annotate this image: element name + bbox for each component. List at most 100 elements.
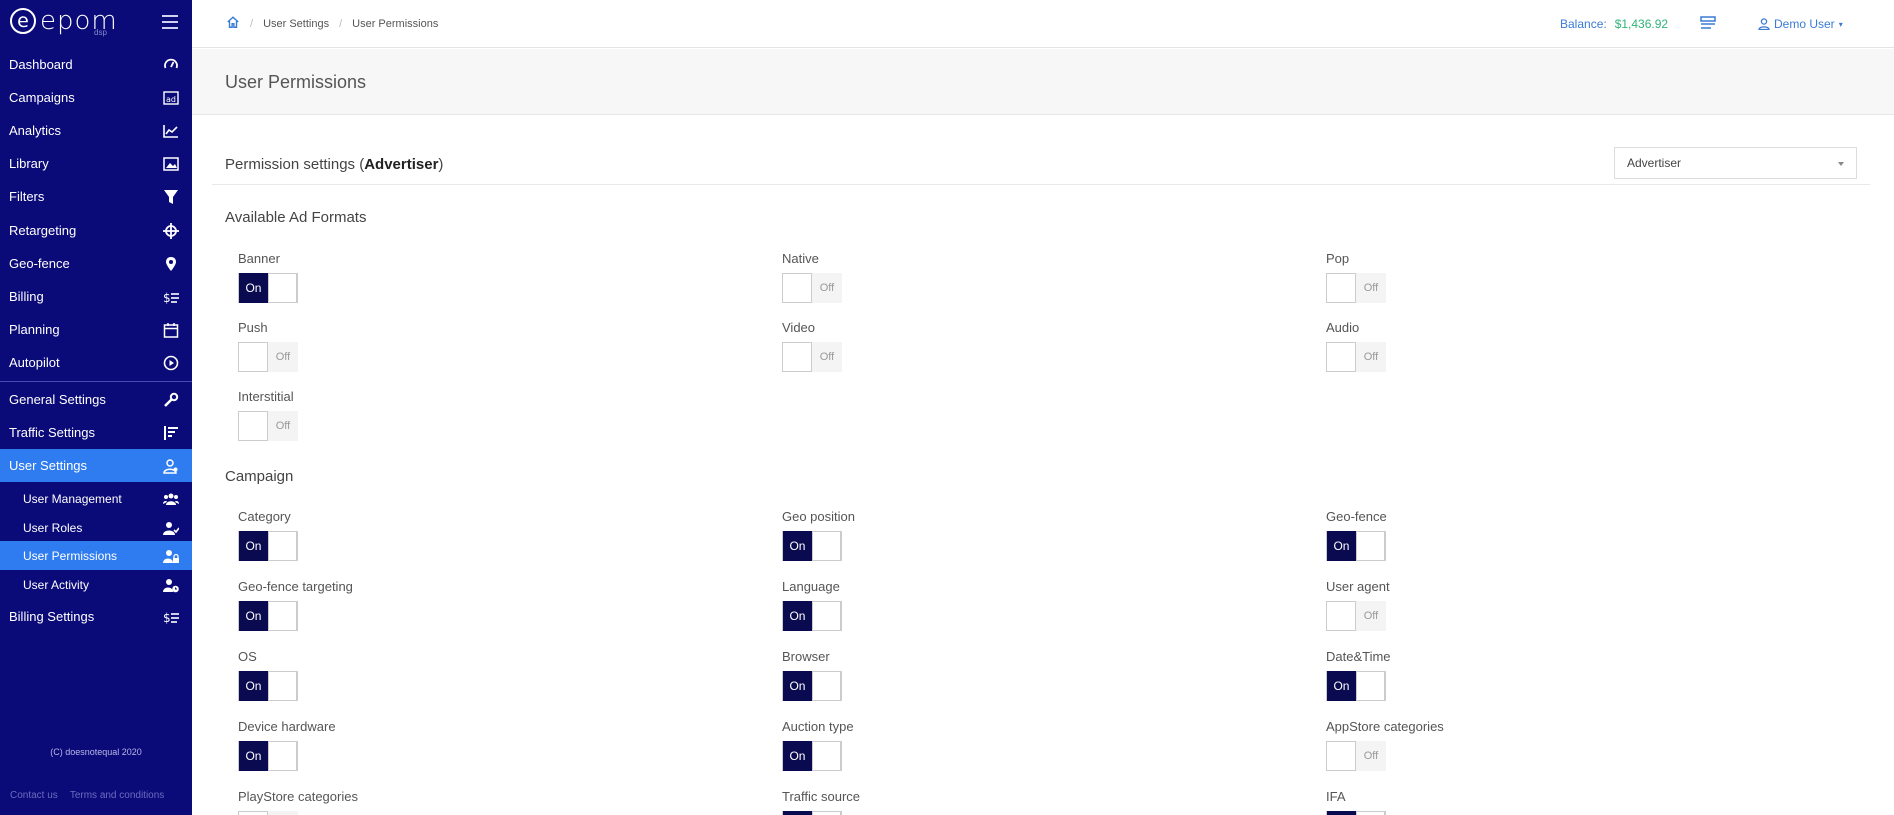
toggle-language[interactable]: On bbox=[782, 601, 842, 631]
page-title: User Permissions bbox=[225, 72, 367, 92]
permission-auction-type: Auction type On bbox=[782, 719, 854, 771]
sidebar-item-dashboard[interactable]: Dashboard bbox=[0, 48, 192, 81]
settings-suffix: ) bbox=[438, 156, 444, 173]
filter-icon bbox=[162, 188, 180, 206]
toggle-playstore-categories[interactable]: Off bbox=[238, 811, 298, 815]
toggle-device-hardware[interactable]: On bbox=[238, 741, 298, 771]
sidebar-item-autopilot[interactable]: Autopilot bbox=[0, 346, 192, 379]
toggle-category[interactable]: On bbox=[238, 531, 298, 561]
toggle-geo-fence[interactable]: On bbox=[1326, 531, 1386, 561]
toggle-date-time[interactable]: On bbox=[1326, 671, 1386, 701]
toggle-pop[interactable]: Off bbox=[1326, 273, 1386, 303]
sidebar-item-label: General Settings bbox=[9, 392, 106, 407]
toggle-user-agent[interactable]: Off bbox=[1326, 601, 1386, 631]
sidebar-item-user-settings[interactable]: User Settings bbox=[0, 449, 192, 482]
svg-text:ad: ad bbox=[166, 95, 176, 104]
ad-icon: ad bbox=[162, 89, 180, 107]
permission-label: Banner bbox=[238, 251, 280, 266]
sidebar-item-billing[interactable]: Billing $ bbox=[0, 280, 192, 313]
toggle-knob bbox=[267, 601, 297, 631]
toggle-appstore-categories[interactable]: Off bbox=[1326, 741, 1386, 771]
sidebar-item-user-activity[interactable]: User Activity bbox=[0, 570, 192, 599]
toggle-interstitial[interactable]: Off bbox=[238, 411, 298, 441]
toggle-on-label: On bbox=[783, 531, 812, 561]
breadcrumb-user-settings[interactable]: User Settings bbox=[263, 18, 329, 30]
chevron-down-icon: ▾ bbox=[1838, 19, 1843, 29]
toggle-on-label: On bbox=[239, 671, 268, 701]
home-icon[interactable] bbox=[226, 15, 240, 32]
sidebar-item-label: Campaigns bbox=[9, 90, 75, 105]
wrench-icon bbox=[162, 391, 180, 409]
permission-appstore-categories: AppStore categories Off bbox=[1326, 719, 1444, 771]
permission-label: Category bbox=[238, 509, 291, 524]
copyright: (C) doesnotequal 2020 bbox=[50, 747, 142, 757]
toggle-off-label: Off bbox=[1356, 342, 1386, 372]
sidebar-item-user-management[interactable]: User Management bbox=[0, 484, 192, 513]
map-pin-icon bbox=[162, 255, 180, 273]
settings-role: Advertiser bbox=[364, 156, 439, 173]
permission-label: Traffic source bbox=[782, 789, 861, 804]
sidebar-item-traffic-settings[interactable]: Traffic Settings bbox=[0, 416, 192, 449]
sidebar-item-general-settings[interactable]: General Settings bbox=[0, 383, 192, 416]
role-select[interactable]: Advertiser bbox=[1614, 147, 1857, 179]
permission-label: Pop bbox=[1326, 251, 1350, 266]
toggle-video[interactable]: Off bbox=[782, 342, 842, 372]
dollar-list-icon: $ bbox=[162, 608, 180, 626]
sidebar-item-campaigns[interactable]: Campaigns ad bbox=[0, 81, 192, 114]
toggle-on-label: On bbox=[783, 601, 812, 631]
toggle-ifa[interactable]: On bbox=[1326, 811, 1386, 815]
permission-label: Language bbox=[782, 579, 840, 594]
toggle-knob bbox=[1355, 811, 1385, 815]
sidebar-item-label: User Permissions bbox=[23, 548, 118, 563]
toggle-audio[interactable]: Off bbox=[1326, 342, 1386, 372]
permission-banner: Banner On bbox=[238, 251, 298, 303]
terms-link[interactable]: Terms and conditions bbox=[70, 790, 165, 801]
page-header: User Permissions bbox=[192, 49, 1894, 115]
toggle-on-label: On bbox=[783, 741, 812, 771]
sidebar-item-analytics[interactable]: Analytics bbox=[0, 114, 192, 147]
permission-geo-fence-targeting: Geo-fence targeting On bbox=[238, 579, 353, 631]
menu-toggle-icon[interactable] bbox=[162, 15, 178, 29]
settings-prefix: Permission settings ( bbox=[225, 156, 365, 173]
sidebar-item-user-roles[interactable]: User Roles bbox=[0, 513, 192, 542]
sidebar-item-geo-fence[interactable]: Geo-fence bbox=[0, 247, 192, 280]
messages-icon[interactable] bbox=[1700, 16, 1716, 35]
toggle-knob bbox=[782, 273, 812, 303]
toggle-browser[interactable]: On bbox=[782, 671, 842, 701]
topbar: / User Settings / User Permissions Balan… bbox=[192, 0, 1894, 48]
sidebar-item-user-permissions[interactable]: User Permissions bbox=[0, 541, 192, 570]
permission-label: Geo-fence targeting bbox=[238, 579, 353, 594]
campaign-title: Campaign bbox=[225, 468, 294, 485]
balance-amount: $1,436.92 bbox=[1614, 17, 1669, 31]
sidebar-item-filters[interactable]: Filters bbox=[0, 180, 192, 213]
user-menu[interactable]: Demo User ▾ bbox=[1758, 17, 1843, 31]
role-select-value: Advertiser bbox=[1627, 156, 1682, 170]
sidebar-item-label: Analytics bbox=[9, 123, 62, 138]
permission-label: Date&Time bbox=[1326, 649, 1391, 664]
toggle-traffic-source[interactable]: On bbox=[782, 811, 842, 815]
contact-link[interactable]: Contact us bbox=[10, 790, 58, 801]
sidebar-item-planning[interactable]: Planning bbox=[0, 313, 192, 346]
permission-settings-heading: Permission settings (Advertiser) bbox=[225, 156, 443, 173]
toggle-push[interactable]: Off bbox=[238, 342, 298, 372]
sidebar-item-library[interactable]: Library bbox=[0, 147, 192, 180]
sidebar-item-retargeting[interactable]: Retargeting bbox=[0, 214, 192, 247]
toggle-on-label: On bbox=[239, 601, 268, 631]
toggle-on-label: On bbox=[239, 531, 268, 561]
sidebar-item-billing-settings[interactable]: Billing Settings $ bbox=[0, 600, 192, 633]
toggle-geo-fence-targeting[interactable]: On bbox=[238, 601, 298, 631]
toggle-on-label: On bbox=[783, 811, 812, 815]
toggle-os[interactable]: On bbox=[238, 671, 298, 701]
toggle-geo-position[interactable]: On bbox=[782, 531, 842, 561]
permission-label: Geo-fence bbox=[1326, 509, 1387, 524]
divider bbox=[212, 184, 1870, 185]
toggle-knob bbox=[811, 741, 841, 771]
toggle-banner[interactable]: On bbox=[238, 273, 298, 303]
toggle-on-label: On bbox=[239, 273, 268, 303]
toggle-knob bbox=[238, 342, 268, 372]
toggle-auction-type[interactable]: On bbox=[782, 741, 842, 771]
permission-category: Category On bbox=[238, 509, 298, 561]
permission-label: Geo position bbox=[782, 509, 855, 524]
chart-icon bbox=[162, 122, 180, 140]
toggle-native[interactable]: Off bbox=[782, 273, 842, 303]
